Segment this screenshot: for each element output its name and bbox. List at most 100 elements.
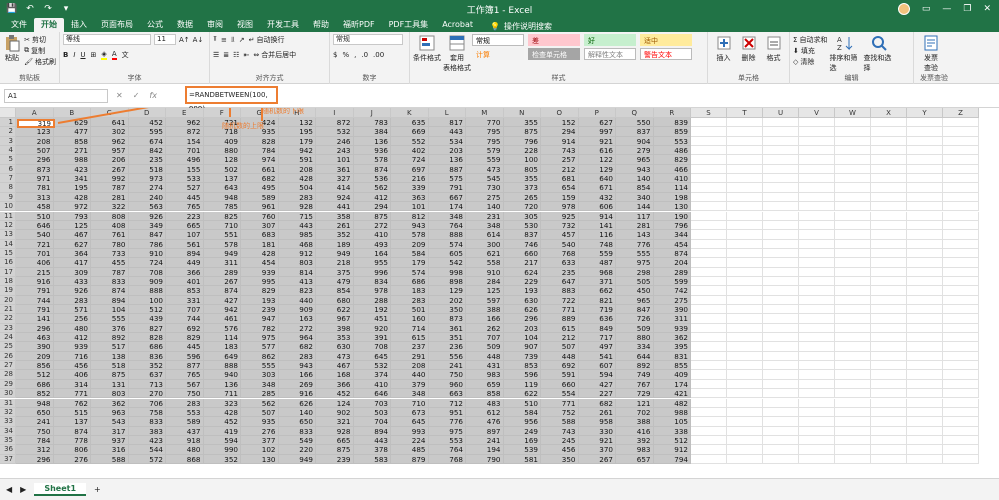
cell[interactable]: 965 (616, 295, 654, 305)
cell[interactable] (799, 155, 835, 165)
cell[interactable]: 362 (653, 333, 691, 343)
cell[interactable]: 562 (241, 398, 279, 408)
cell[interactable] (727, 164, 763, 175)
cell[interactable]: 990 (203, 445, 241, 455)
row-header[interactable]: 26 (0, 351, 16, 362)
cell[interactable] (871, 333, 907, 343)
cell[interactable]: 125 (53, 220, 91, 231)
column-header[interactable]: K (391, 108, 429, 118)
cell[interactable]: 791 (16, 305, 54, 315)
merge-center-button[interactable]: ⇔ 合并后居中 (253, 49, 296, 60)
cell[interactable]: 218 (316, 258, 354, 268)
cell[interactable]: 539 (503, 445, 541, 455)
cell[interactable] (871, 164, 907, 175)
cell[interactable] (799, 164, 835, 175)
row-header[interactable]: 10 (0, 202, 16, 212)
cell[interactable]: 907 (503, 342, 541, 352)
cell[interactable]: 898 (428, 276, 466, 287)
cell[interactable]: 829 (241, 286, 279, 296)
cell[interactable]: 910 (466, 267, 504, 277)
cell[interactable] (691, 202, 727, 212)
cell[interactable] (727, 361, 763, 371)
cell[interactable]: 401 (166, 276, 204, 287)
cell[interactable]: 203 (503, 323, 541, 334)
row-header[interactable]: 23 (0, 323, 16, 334)
cell[interactable]: 576 (203, 323, 241, 334)
cell[interactable]: 771 (53, 389, 91, 399)
cell[interactable] (799, 267, 835, 277)
cell[interactable] (871, 295, 907, 305)
cell[interactable] (943, 136, 979, 147)
cell[interactable]: 104 (91, 305, 129, 315)
column-header[interactable]: F (203, 108, 241, 118)
row-header[interactable]: 18 (0, 276, 16, 287)
cell[interactable]: 821 (578, 295, 616, 305)
cell[interactable]: 467 (53, 230, 91, 240)
cell[interactable] (871, 389, 907, 399)
cell[interactable]: 758 (128, 407, 166, 418)
cell[interactable]: 858 (53, 136, 91, 147)
cell[interactable]: 814 (278, 267, 316, 277)
cell[interactable]: 743 (541, 426, 579, 436)
cell[interactable]: 540 (16, 230, 54, 240)
tab-7[interactable]: 视图 (230, 18, 260, 32)
cell[interactable]: 957 (91, 146, 129, 156)
cell[interactable] (907, 342, 943, 352)
cell[interactable] (799, 118, 835, 128)
cell[interactable]: 892 (91, 333, 129, 343)
cell[interactable] (907, 192, 943, 203)
cell[interactable]: 473 (466, 164, 504, 175)
cell[interactable]: 215 (16, 267, 54, 277)
cell[interactable]: 168 (316, 370, 354, 380)
cell[interactable]: 645 (353, 351, 391, 362)
cell[interactable]: 294 (353, 202, 391, 212)
cell[interactable]: 107 (166, 230, 204, 240)
cell[interactable]: 782 (241, 323, 279, 334)
cell[interactable]: 241 (16, 417, 54, 427)
cell[interactable]: 174 (653, 379, 691, 390)
cell[interactable]: 875 (353, 211, 391, 221)
cell[interactable] (907, 164, 943, 175)
cell[interactable]: 124 (316, 398, 354, 408)
cell[interactable]: 454 (241, 258, 279, 268)
cell[interactable] (799, 127, 835, 137)
cell[interactable] (871, 342, 907, 352)
cell[interactable]: 275 (653, 295, 691, 305)
cell[interactable] (799, 351, 835, 362)
underline-button[interactable]: U (80, 49, 85, 60)
cell[interactable] (691, 435, 727, 446)
cell[interactable]: 432 (578, 192, 616, 203)
cell[interactable] (835, 211, 871, 221)
cell[interactable]: 100 (128, 295, 166, 305)
cell[interactable]: 868 (166, 454, 204, 464)
cell[interactable]: 327 (316, 174, 354, 184)
cell[interactable]: 853 (503, 361, 541, 371)
cell[interactable] (799, 248, 835, 259)
cell[interactable] (691, 220, 727, 231)
name-box[interactable]: A1 (4, 88, 108, 103)
border-icon[interactable]: ⊞ (91, 49, 97, 60)
cell[interactable]: 842 (128, 146, 166, 156)
cell[interactable]: 431 (466, 361, 504, 371)
cell[interactable] (727, 454, 763, 464)
cell[interactable] (727, 305, 763, 315)
cell[interactable]: 988 (53, 155, 91, 165)
cell[interactable]: 452 (128, 118, 166, 128)
cell[interactable]: 833 (278, 426, 316, 436)
cell[interactable]: 955 (353, 258, 391, 268)
cell[interactable]: 926 (128, 211, 166, 221)
close-button[interactable]: ✕ (983, 4, 991, 14)
cell[interactable]: 229 (503, 276, 541, 287)
cell[interactable] (835, 239, 871, 249)
cell[interactable] (763, 389, 799, 399)
cell[interactable] (799, 370, 835, 380)
cell[interactable]: 912 (653, 445, 691, 455)
cell[interactable]: 784 (241, 146, 279, 156)
cell[interactable]: 224 (391, 435, 429, 446)
cell[interactable]: 137 (203, 174, 241, 184)
cell[interactable]: 975 (616, 258, 654, 268)
cell[interactable]: 485 (391, 445, 429, 455)
cell[interactable]: 803 (278, 258, 316, 268)
cell[interactable]: 294 (541, 127, 579, 137)
cell[interactable]: 193 (503, 286, 541, 296)
